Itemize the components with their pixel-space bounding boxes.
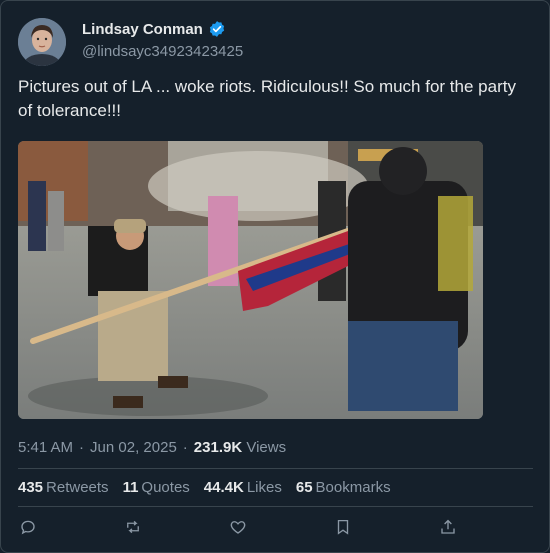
photo-image [18, 141, 483, 419]
quotes-stat[interactable]: 11 Quotes [123, 479, 190, 496]
retweets-stat[interactable]: 435 Retweets [18, 479, 109, 496]
quotes-label: Quotes [141, 479, 190, 496]
bookmarks-label: Bookmarks [315, 479, 391, 496]
verified-badge-icon [209, 21, 224, 37]
meta-separator-dot: · [79, 439, 85, 456]
retweets-count: 435 [18, 479, 44, 496]
likes-label: Likes [246, 479, 282, 496]
likes-count: 44.4K [203, 479, 244, 496]
author-handle[interactable]: @lindsayc34923423425 [82, 43, 243, 60]
tweet-date[interactable]: Jun 02, 2025 [90, 439, 177, 456]
like-button[interactable] [228, 517, 248, 537]
retweet-icon [127, 520, 139, 534]
action-bar [18, 517, 458, 537]
tweet-text: Pictures out of LA ... woke riots. Ridic… [18, 77, 516, 120]
share-icon [441, 519, 455, 534]
views-count: 231.9K [193, 439, 243, 456]
retweets-label: Retweets [46, 479, 109, 496]
avatar[interactable] [18, 18, 66, 66]
tweet-meta: 5:41 AM · Jun 02, 2025 · 231.9K Views [18, 439, 286, 456]
reply-icon [21, 520, 35, 535]
reply-button[interactable] [18, 517, 38, 537]
views-label: Views [246, 439, 287, 456]
tweet-time[interactable]: 5:41 AM [18, 439, 73, 456]
meta-separator-dot: · [182, 439, 188, 456]
quotes-count: 11 [122, 479, 139, 496]
avatar-image [18, 18, 66, 66]
bookmarks-stat[interactable]: 65 Bookmarks [296, 479, 391, 496]
author-name-row: Lindsay Conman [82, 20, 226, 38]
tweet-photo[interactable] [18, 141, 483, 419]
retweet-button[interactable] [123, 517, 143, 537]
share-button[interactable] [438, 517, 458, 537]
bookmark-icon [337, 519, 349, 535]
tweet-card: Lindsay Conman @lindsayc34923423425 Pict… [0, 0, 550, 553]
likes-stat[interactable]: 44.4K Likes [204, 479, 282, 496]
divider [18, 506, 533, 507]
bookmarks-count: 65 [295, 479, 313, 496]
author-name[interactable]: Lindsay Conman [82, 21, 203, 38]
divider [18, 468, 533, 469]
engagement-stats: 435 Retweets 11 Quotes 44.4K Likes 65 Bookma… [18, 479, 391, 496]
bookmark-button[interactable] [333, 517, 353, 537]
heart-icon [230, 521, 246, 534]
